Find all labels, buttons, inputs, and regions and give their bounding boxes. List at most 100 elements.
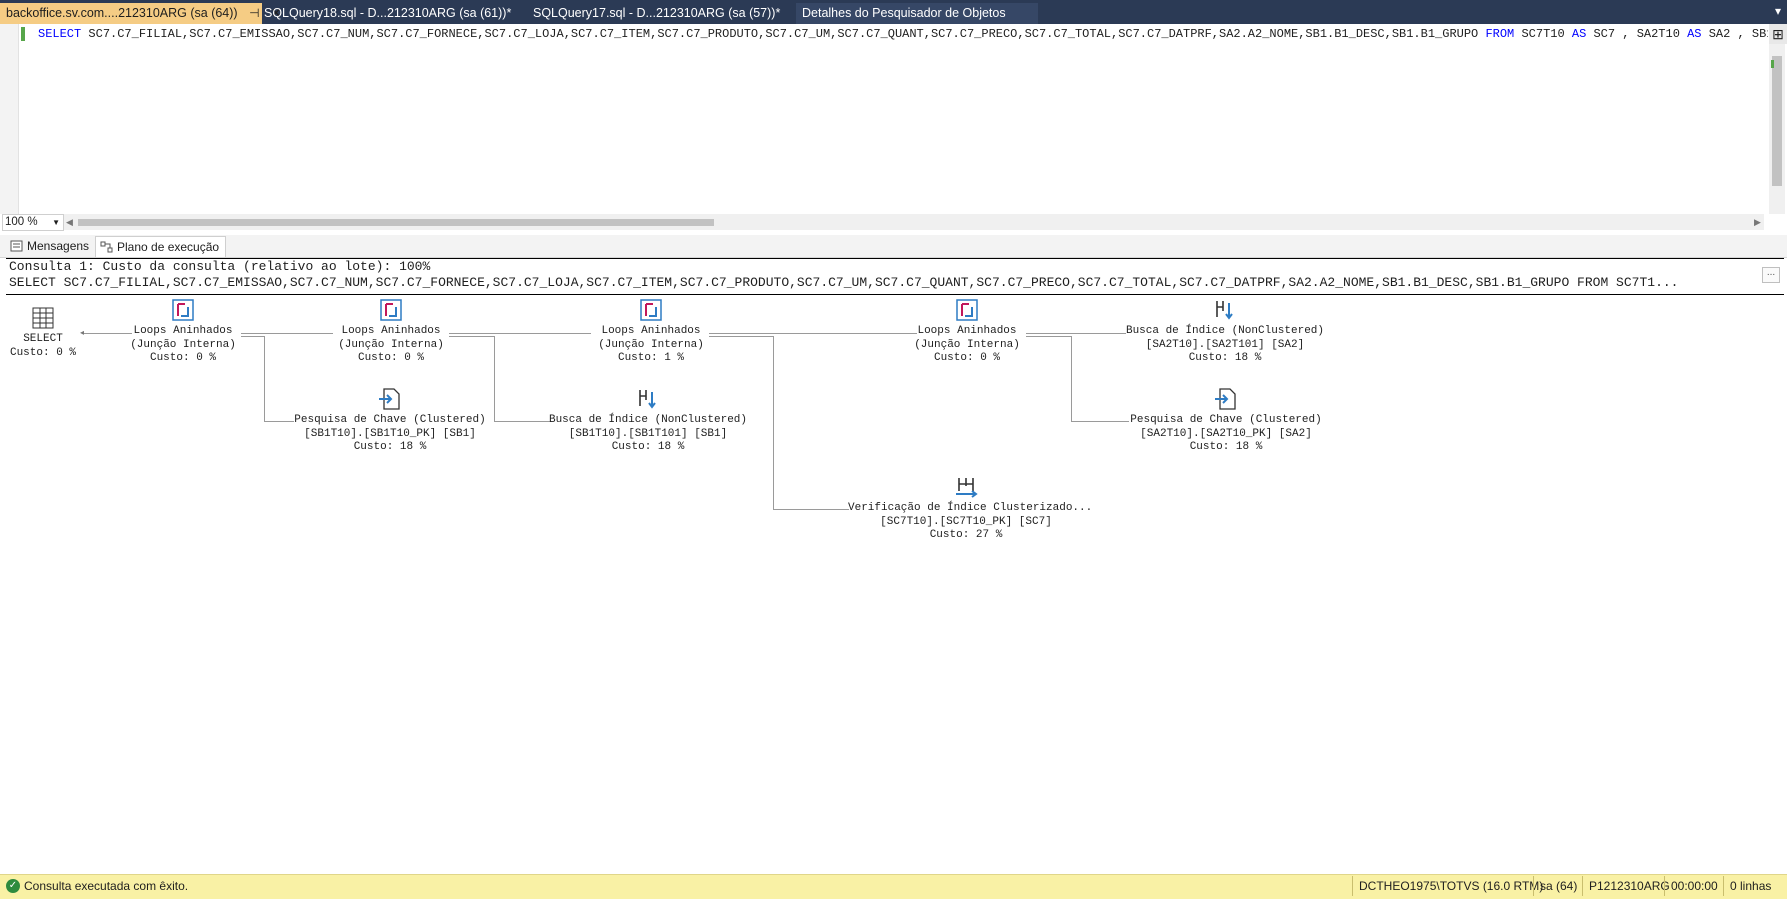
plan-connector <box>264 421 294 422</box>
status-row-count: 0 linhas <box>1723 876 1771 896</box>
editor-gutter <box>0 24 19 214</box>
plan-connector <box>241 333 333 334</box>
status-message: Consulta executada com êxito. <box>24 879 189 893</box>
execution-plan-icon <box>100 241 113 253</box>
plan-connector <box>494 336 495 422</box>
node-subtitle: [SB1T10].[SB1T101] [SB1] <box>568 427 728 440</box>
plan-connector <box>1071 421 1129 422</box>
change-marker <box>21 27 25 41</box>
node-subtitle: [SA2T10].[SA2T10_PK] [SA2] <box>1140 427 1312 440</box>
table-ref: SC7T10 <box>1514 27 1572 41</box>
plan-node-nested-loops-4[interactable]: Loops Aninhados (Junção Interna) Custo: … <box>906 297 1028 366</box>
arrow-icon: ◂ <box>80 328 85 337</box>
sql-text-line[interactable]: SELECT SC7.C7_FILIAL,SC7.C7_EMISSAO,SC7.… <box>38 26 1768 42</box>
tab-execution-plan[interactable]: Plano de execução <box>95 236 227 257</box>
tab-label: Detalhes do Pesquisador de Objetos <box>802 6 1006 20</box>
table-ref: SC7 , SA2T10 <box>1586 27 1688 41</box>
plan-connector <box>264 336 265 422</box>
node-cost: Custo: 18 % <box>1189 441 1263 453</box>
tab-active-query[interactable]: backoffice.sv.com....212310ARG (sa (64))… <box>0 3 281 24</box>
plan-node-nested-loops-2[interactable]: Loops Aninhados (Junção Interna) Custo: … <box>330 297 452 366</box>
plan-node-key-lookup-sa2[interactable]: Pesquisa de Chave (Clustered) [SA2T10].[… <box>1126 386 1326 455</box>
plan-connector <box>1026 336 1072 337</box>
node-subtitle: (Junção Interna) <box>598 338 704 351</box>
plan-node-index-seek-sa2[interactable]: Busca de Índice (NonClustered) [SA2T10].… <box>1122 297 1328 366</box>
plan-connector <box>709 336 774 337</box>
show-query-button[interactable]: ... <box>1762 267 1780 283</box>
node-subtitle: [SB1T10].[SB1T10_PK] [SB1] <box>304 427 476 440</box>
node-subtitle: [SA2T10].[SA2T101] [SA2] <box>1145 338 1305 351</box>
keyword-select: SELECT <box>38 27 82 41</box>
plan-node-clustered-index-scan-sc7[interactable]: Verificação de Índice Clusterizado... [S… <box>848 474 1093 543</box>
node-label: Loops Aninhados <box>601 325 701 337</box>
node-cost: Custo: 0 % <box>357 352 424 364</box>
editor-horizontal-scroll-thumb[interactable] <box>78 219 714 226</box>
query-cost-text: Consulta 1: Custo da consulta (relativo … <box>9 259 431 274</box>
node-cost: Custo: 18 % <box>611 441 685 453</box>
node-subtitle: (Junção Interna) <box>338 338 444 351</box>
status-database: P1212310ARG <box>1582 876 1670 896</box>
clustered-index-scan-icon <box>956 478 978 498</box>
node-cost: Custo: 1 % <box>617 352 684 364</box>
nested-loops-icon <box>172 299 194 321</box>
plan-connector <box>449 336 495 337</box>
node-label: Busca de Índice (NonClustered) <box>548 414 748 426</box>
scroll-right-icon[interactable]: ▶ <box>1754 214 1761 230</box>
zoom-select[interactable]: 100 % ▼ <box>2 214 64 231</box>
plan-connector <box>494 421 550 422</box>
results-tab-strip <box>0 235 1787 258</box>
node-label: Loops Aninhados <box>917 325 1017 337</box>
tab-dropdown-icon[interactable]: ▾ <box>1775 4 1781 18</box>
tab-messages[interactable]: Mensagens <box>6 236 95 256</box>
table-ref: SA2 , SB1T10 <box>1708 27 1768 41</box>
plan-node-index-seek-sb1[interactable]: Busca de Índice (NonClustered) [SB1T10].… <box>548 386 748 455</box>
node-label: SELECT <box>23 333 63 345</box>
index-seek-icon <box>1216 301 1233 320</box>
chevron-down-icon: ▼ <box>52 218 60 227</box>
tab-sqlquery18[interactable]: SQLQuery18.sql - D...212310ARG (sa (61))… <box>258 3 526 24</box>
node-cost: Custo: 0 % <box>933 352 1000 364</box>
node-label: Pesquisa de Chave (Clustered) <box>1130 414 1322 426</box>
node-cost: Custo: 18 % <box>353 441 427 453</box>
key-lookup-icon <box>379 388 400 410</box>
node-subtitle: (Junção Interna) <box>914 338 1020 351</box>
plan-node-key-lookup-sb1[interactable]: Pesquisa de Chave (Clustered) [SB1T10].[… <box>292 386 488 455</box>
plan-node-nested-loops-1[interactable]: Loops Aninhados (Junção Interna) Custo: … <box>123 297 243 366</box>
plan-connector <box>1071 336 1072 422</box>
document-tab-bar: backoffice.sv.com....212310ARG (sa (64))… <box>0 0 1787 24</box>
node-label: Verificação de Índice Clusterizado... <box>848 502 1093 514</box>
plan-connector <box>709 333 917 334</box>
editor-vertical-scroll-thumb[interactable] <box>1772 56 1782 186</box>
node-cost: Custo: 27 % <box>929 529 1003 541</box>
success-check-icon: ✓ <box>6 879 20 893</box>
query-editor[interactable] <box>0 24 1787 214</box>
split-editor-icon[interactable]: ⊞ <box>1769 24 1787 44</box>
plan-header-divider <box>6 294 1784 295</box>
select-table-icon <box>32 307 54 329</box>
index-seek-icon <box>639 390 656 409</box>
nested-loops-icon <box>640 299 662 321</box>
tab-sqlquery17[interactable]: SQLQuery17.sql - D...212310ARG (sa (57))… <box>527 3 795 24</box>
messages-icon <box>10 240 23 252</box>
node-label: Busca de Índice (NonClustered) <box>1125 325 1325 337</box>
plan-node-nested-loops-3[interactable]: Loops Aninhados (Junção Interna) Custo: … <box>590 297 712 366</box>
node-cost: Custo: 18 % <box>1188 352 1262 364</box>
node-subtitle: (Junção Interna) <box>130 338 236 351</box>
tab-label: SQLQuery18.sql - D...212310ARG (sa (61))… <box>264 6 512 20</box>
status-user: sa (64) <box>1533 876 1577 896</box>
zoom-value: 100 % <box>5 216 38 228</box>
key-lookup-icon <box>1215 388 1236 410</box>
plan-connector <box>449 333 591 334</box>
select-columns: SC7.C7_FILIAL,SC7.C7_EMISSAO,SC7.C7_NUM,… <box>81 27 1486 41</box>
plan-node-select[interactable]: SELECT Custo: 0 % <box>8 305 78 360</box>
node-subtitle: [SC7T10].[SC7T10_PK] [SC7] <box>880 515 1052 528</box>
node-label: Loops Aninhados <box>133 325 233 337</box>
scrollbar-change-marker <box>1771 60 1774 68</box>
plan-connector <box>1026 333 1126 334</box>
tab-object-explorer-details[interactable]: Detalhes do Pesquisador de Objetos <box>796 3 1038 24</box>
tab-label: SQLQuery17.sql - D...212310ARG (sa (57))… <box>533 6 781 20</box>
node-label: Loops Aninhados <box>341 325 441 337</box>
keyword-as: AS <box>1571 27 1587 41</box>
scroll-left-icon[interactable]: ◀ <box>66 214 73 230</box>
node-label: Pesquisa de Chave (Clustered) <box>294 414 486 426</box>
